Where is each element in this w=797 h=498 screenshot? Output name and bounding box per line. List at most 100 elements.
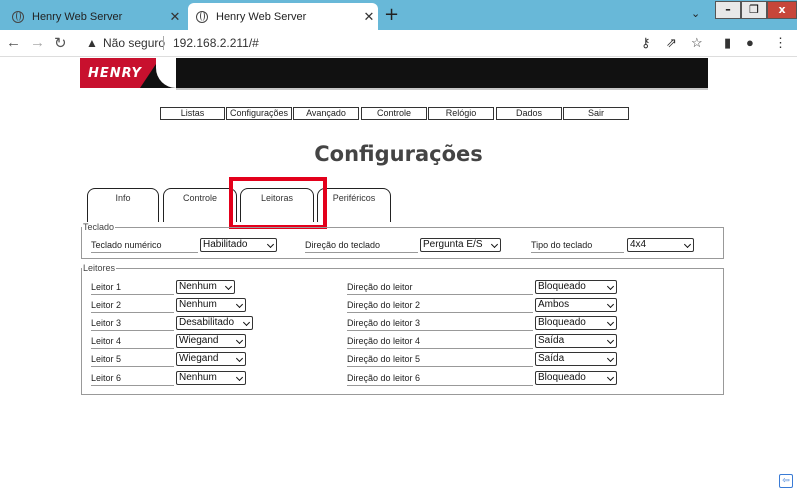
direcao-teclado-select[interactable]: Pergunta E/S	[420, 238, 501, 252]
menu-avancado[interactable]: Avançado	[293, 107, 359, 120]
direcao-leitor-6-select[interactable]: Bloqueado	[535, 371, 617, 385]
leitor-2-select[interactable]: Nenhum	[176, 298, 246, 312]
url-field[interactable]: 192.168.2.211/#	[173, 36, 259, 50]
chevron-down-icon	[606, 282, 615, 291]
select-value: Saída	[538, 335, 565, 346]
direcao-leitor-2-select[interactable]: Ambos	[535, 298, 617, 312]
menu-configuracoes[interactable]: Configurações	[226, 107, 292, 120]
extension-icon[interactable]: ⇦	[779, 474, 793, 488]
chevron-down-icon	[235, 336, 244, 345]
teclado-numerico-label: Teclado numérico	[91, 238, 198, 253]
direcao-leitor-1-select[interactable]: Bloqueado	[535, 280, 617, 294]
browser-tab-bar: Henry Web Server ✕ Henry Web Server ✕ + …	[0, 0, 797, 30]
forward-icon[interactable]: →	[30, 34, 45, 51]
tipo-teclado-select[interactable]: 4x4	[627, 238, 694, 252]
direcao-teclado-label: Direção do teclado	[305, 238, 418, 253]
chevron-down-icon	[490, 240, 499, 249]
leitor-1-select[interactable]: Nenhum	[176, 280, 235, 294]
select-value: Saída	[538, 353, 565, 364]
direcao-leitor-5-label: Direção do leitor 5	[347, 352, 533, 367]
divider	[163, 36, 164, 50]
direcao-leitor-5-select[interactable]: Saída	[535, 352, 617, 366]
chevron-down-icon	[606, 354, 615, 363]
chevron-down-icon	[606, 318, 615, 327]
menu-dados[interactable]: Dados	[496, 107, 562, 120]
select-value: Bloqueado	[538, 281, 586, 292]
leitor-5-label: Leitor 5	[91, 352, 174, 367]
chevron-down-icon[interactable]: ⌄	[691, 7, 700, 20]
chevron-down-icon	[224, 282, 233, 291]
share-icon[interactable]: ⇗	[666, 35, 677, 51]
teclado-numerico-select[interactable]: Habilitado	[200, 238, 277, 252]
address-bar: ← → ↻ ▲ Não seguro 192.168.2.211/# ⚷ ⇗ ☆…	[0, 30, 797, 57]
select-value: Nenhum	[179, 299, 217, 310]
select-value: Desabilitado	[179, 317, 235, 328]
chevron-down-icon	[242, 318, 251, 327]
select-value: Habilitado	[203, 239, 248, 250]
direcao-leitor-4-select[interactable]: Saída	[535, 334, 617, 348]
select-value: 4x4	[630, 239, 647, 250]
menu-controle[interactable]: Controle	[361, 107, 427, 120]
close-tab-icon[interactable]: ✕	[360, 9, 378, 25]
menu-relogio[interactable]: Relógio	[428, 107, 494, 120]
browser-tab-2[interactable]: Henry Web Server ✕	[188, 3, 378, 30]
warning-icon[interactable]: ▲	[86, 36, 98, 50]
maximize-button[interactable]: ❐	[741, 1, 767, 19]
teclado-legend: Teclado	[83, 222, 115, 232]
chevron-down-icon	[606, 373, 615, 382]
leitor-3-select[interactable]: Desabilitado	[176, 316, 253, 330]
direcao-leitor-1-label: Direção do leitor	[347, 280, 533, 295]
menu-sair[interactable]: Sair	[563, 107, 629, 120]
tab-title: Henry Web Server	[32, 10, 123, 23]
menu-listas[interactable]: Listas	[160, 107, 225, 120]
close-tab-icon[interactable]: ✕	[166, 9, 184, 25]
chevron-down-icon	[606, 336, 615, 345]
chevron-down-icon	[235, 300, 244, 309]
new-tab-button[interactable]: +	[384, 4, 399, 25]
select-value: Nenhum	[179, 281, 217, 292]
window-close-button[interactable]: x	[767, 1, 797, 19]
select-value: Nenhum	[179, 372, 217, 383]
profile-icon[interactable]: ●	[746, 35, 754, 50]
leitor-6-label: Leitor 6	[91, 371, 174, 386]
globe-icon	[196, 10, 208, 23]
tipo-teclado-label: Tipo do teclado	[531, 238, 624, 253]
direcao-leitor-3-select[interactable]: Bloqueado	[535, 316, 617, 330]
chevron-down-icon	[606, 300, 615, 309]
tab-title: Henry Web Server	[216, 10, 307, 23]
leitores-legend: Leitores	[83, 263, 116, 273]
leitor-4-label: Leitor 4	[91, 334, 174, 349]
reload-icon[interactable]: ↻	[54, 34, 67, 52]
henry-logo: HENRY	[88, 66, 142, 81]
chevron-down-icon	[235, 354, 244, 363]
page-title: Configurações	[314, 142, 483, 166]
leitor-3-label: Leitor 3	[91, 316, 174, 331]
browser-tab-1[interactable]: Henry Web Server ✕	[4, 3, 184, 30]
back-icon[interactable]: ←	[6, 34, 21, 51]
direcao-leitor-3-label: Direção do leitor 3	[347, 316, 533, 331]
tab-controle[interactable]: Controle	[163, 188, 237, 222]
select-value: Ambos	[538, 299, 570, 310]
menu-icon[interactable]: ⋮	[774, 35, 787, 51]
banner-underline	[176, 88, 708, 90]
sidepanel-icon[interactable]: ▮	[724, 35, 731, 51]
direcao-leitor-4-label: Direção do leitor 4	[347, 334, 533, 349]
select-value: Wiegand	[179, 335, 219, 346]
leitor-2-label: Leitor 2	[91, 298, 174, 313]
tab-perifericos[interactable]: Periféricos	[317, 188, 391, 222]
chevron-down-icon	[683, 240, 692, 249]
chevron-down-icon	[235, 373, 244, 382]
key-icon[interactable]: ⚷	[641, 35, 651, 51]
star-icon[interactable]: ☆	[691, 35, 703, 51]
select-value: Bloqueado	[538, 372, 586, 383]
security-status[interactable]: Não seguro	[103, 36, 165, 50]
leitor-5-select[interactable]: Wiegand	[176, 352, 246, 366]
minimize-button[interactable]: –	[715, 1, 741, 19]
leitor-1-label: Leitor 1	[91, 280, 174, 295]
tab-info[interactable]: Info	[87, 188, 159, 222]
leitor-4-select[interactable]: Wiegand	[176, 334, 246, 348]
select-value: Wiegand	[179, 353, 219, 364]
direcao-leitor-6-label: Direção do leitor 6	[347, 371, 533, 386]
chevron-down-icon	[266, 240, 275, 249]
leitor-6-select[interactable]: Nenhum	[176, 371, 246, 385]
